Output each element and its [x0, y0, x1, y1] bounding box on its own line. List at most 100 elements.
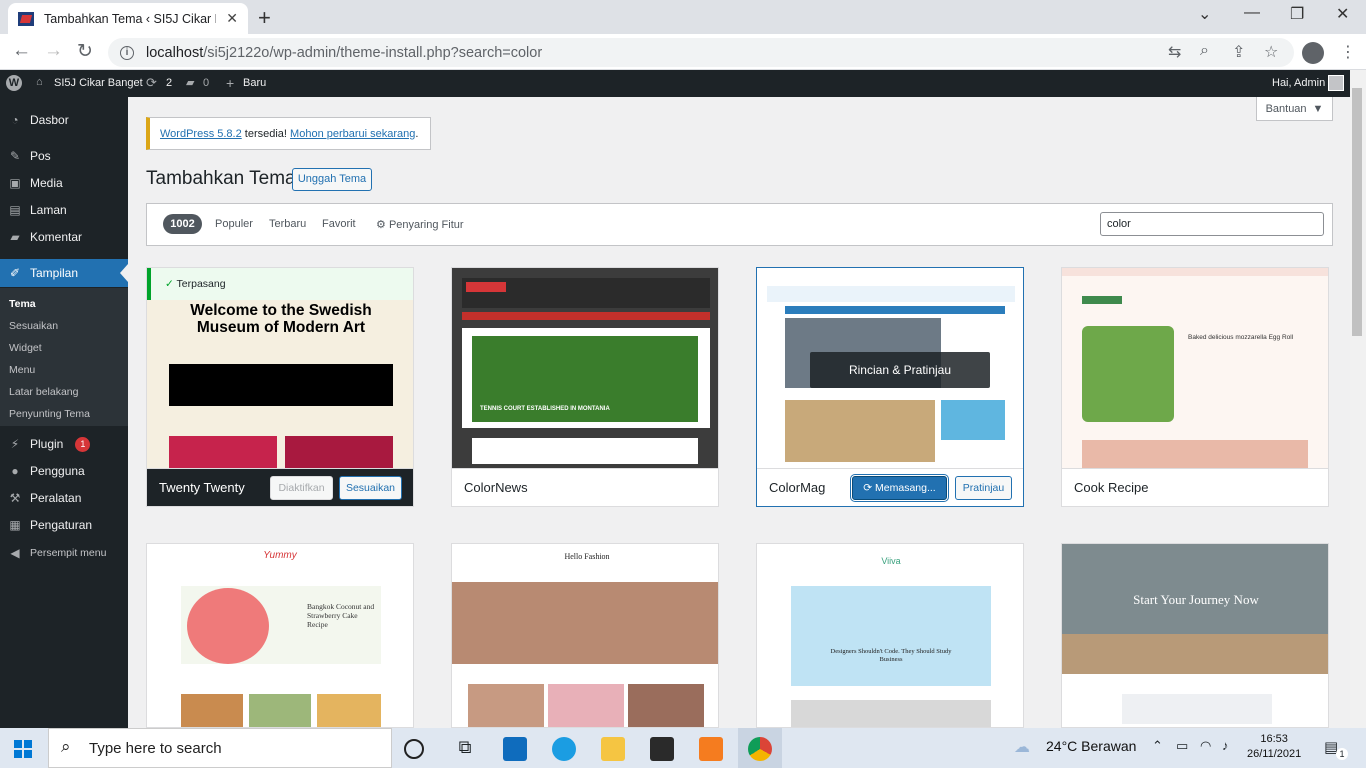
- volume-icon[interactable]: ♪: [1222, 738, 1229, 753]
- page-title: Tambahkan Tema: [146, 168, 296, 189]
- site-info-icon[interactable]: i: [120, 45, 134, 60]
- menu-tampilan[interactable]: ✐ Tampilan: [0, 259, 128, 287]
- customize-button[interactable]: Sesuaikan: [339, 476, 402, 500]
- screenshot-header: [767, 286, 1015, 302]
- theme-card-colornews[interactable]: TENNIS COURT ESTABLISHED IN MONTANIA Col…: [451, 267, 719, 507]
- show-hidden-icons-icon[interactable]: ⌃: [1152, 738, 1163, 754]
- browser-tab[interactable]: Tambahkan Tema ‹ SI5J Cikar Ban ✕: [8, 3, 248, 34]
- theme-screenshot[interactable]: Hello Fashion: [452, 544, 718, 727]
- theme-card-blossom-travel[interactable]: Start Your Journey Now: [1061, 543, 1329, 728]
- theme-card-viiva[interactable]: Viiva Designers Shouldn't Code. They Sho…: [756, 543, 1024, 728]
- site-name-link[interactable]: SI5J Cikar Banget: [54, 77, 143, 89]
- submenu-tema[interactable]: Tema: [9, 298, 36, 310]
- menu-pos[interactable]: ✎ Pos: [0, 143, 128, 169]
- new-content-link[interactable]: Baru: [243, 77, 266, 89]
- xampp-icon[interactable]: [699, 737, 723, 761]
- admin-greeting[interactable]: Hai, Admin: [1272, 77, 1325, 89]
- submenu-latar-belakang[interactable]: Latar belakang: [9, 386, 78, 398]
- theme-card-colormag[interactable]: Rincian & Pratinjau ColorMag ⟳ Memasang.…: [756, 267, 1024, 507]
- filter-terbaru[interactable]: Terbaru: [269, 218, 306, 230]
- taskbar-clock[interactable]: 16:53 26/11/2021: [1247, 732, 1301, 762]
- theme-card-yummy[interactable]: Yummy Bangkok Coconut and Strawberry Cak…: [146, 543, 414, 728]
- menu-collapse[interactable]: ◀ Persempit menu: [0, 540, 128, 566]
- windows-start-icon[interactable]: [14, 740, 32, 758]
- updates-icon[interactable]: ⟳: [146, 75, 157, 91]
- menu-dasbor[interactable]: ◔ Dasbor: [0, 107, 128, 133]
- reload-icon[interactable]: ↻: [77, 40, 93, 63]
- minimize-icon[interactable]: —: [1244, 4, 1260, 22]
- comments-count[interactable]: 0: [203, 77, 209, 89]
- address-bar[interactable]: i localhost/si5j2122o/wp-admin/theme-ins…: [108, 38, 1294, 67]
- menu-plugin[interactable]: ⚡ Plugin 1: [0, 431, 128, 457]
- menu-media[interactable]: ▣ Media: [0, 170, 128, 196]
- submenu-widget[interactable]: Widget: [9, 342, 42, 354]
- search-placeholder: Type here to search: [89, 739, 222, 757]
- plus-icon[interactable]: +: [226, 75, 234, 91]
- menu-label: Pengaturan: [30, 518, 93, 532]
- chrome-icon[interactable]: [748, 737, 772, 761]
- update-now-link[interactable]: Mohon perbarui sekarang: [290, 128, 415, 140]
- screenshot-caption: TENNIS COURT ESTABLISHED IN MONTANIA: [480, 406, 610, 412]
- mail-icon[interactable]: [503, 737, 527, 761]
- details-preview-overlay[interactable]: Rincian & Pratinjau: [810, 352, 990, 388]
- menu-pengguna[interactable]: ● Pengguna: [0, 458, 128, 484]
- updates-count[interactable]: 2: [166, 77, 172, 89]
- back-icon[interactable]: ←: [12, 40, 31, 62]
- weather-cloud-icon[interactable]: ☁: [1014, 737, 1030, 757]
- weather-text[interactable]: 24°C Berawan: [1046, 738, 1136, 754]
- submenu-penyunting-tema[interactable]: Penyunting Tema: [9, 408, 90, 420]
- theme-screenshot[interactable]: Baked delicious mozzarella Egg Roll: [1062, 268, 1328, 468]
- menu-peralatan[interactable]: ⚒ Peralatan: [0, 485, 128, 511]
- theme-search-input[interactable]: color: [1100, 212, 1324, 236]
- scrollbar-thumb[interactable]: [1352, 88, 1362, 336]
- zoom-icon[interactable]: ⌕: [1200, 42, 1209, 60]
- submenu-menu[interactable]: Menu: [9, 364, 35, 376]
- theme-screenshot[interactable]: Start Your Journey Now: [1062, 544, 1328, 727]
- filter-favorit[interactable]: Favorit: [322, 218, 356, 230]
- theme-card-hello-fashion[interactable]: Hello Fashion: [451, 543, 719, 728]
- file-explorer-icon[interactable]: [601, 737, 625, 761]
- upload-theme-button[interactable]: Unggah Tema: [292, 168, 372, 191]
- theme-screenshot[interactable]: Viiva Designers Shouldn't Code. They Sho…: [757, 544, 1023, 727]
- screenshot-thumb: [628, 684, 704, 727]
- task-view-icon[interactable]: ⧉: [453, 737, 477, 761]
- theme-card-cook-recipe[interactable]: Baked delicious mozzarella Egg Roll Cook…: [1061, 267, 1329, 507]
- feature-filter-button[interactable]: ⚙ Penyaring Fitur: [376, 218, 464, 231]
- profile-avatar-icon[interactable]: [1302, 42, 1324, 64]
- close-tab-icon[interactable]: ✕: [226, 10, 238, 27]
- preview-button[interactable]: Pratinjau: [955, 476, 1012, 500]
- wordpress-logo-icon[interactable]: W: [6, 75, 22, 91]
- theme-screenshot[interactable]: Yummy Bangkok Coconut and Strawberry Cak…: [147, 544, 413, 727]
- taskbar-search-box[interactable]: ⌕ Type here to search: [48, 728, 392, 768]
- pin-icon: ✎: [9, 149, 21, 163]
- screenshot-beach: [1062, 634, 1328, 674]
- restore-icon[interactable]: ❐: [1290, 4, 1304, 24]
- forward-icon[interactable]: →: [44, 40, 63, 62]
- cortana-icon[interactable]: [404, 739, 424, 759]
- version-link[interactable]: WordPress 5.8.2: [160, 128, 242, 140]
- menu-komentar[interactable]: ▰ Komentar: [0, 224, 128, 250]
- new-tab-icon[interactable]: +: [258, 5, 271, 31]
- bookmark-star-icon[interactable]: ☆: [1264, 42, 1278, 62]
- edge-icon[interactable]: [552, 737, 576, 761]
- menu-laman[interactable]: ▤ Laman: [0, 197, 128, 223]
- screenshot-image: [785, 400, 935, 462]
- submenu-sesuaikan[interactable]: Sesuaikan: [9, 320, 58, 332]
- battery-icon[interactable]: ▭: [1176, 738, 1188, 754]
- installing-button[interactable]: ⟳ Memasang...: [852, 476, 947, 500]
- comments-icon[interactable]: ▰: [186, 76, 194, 89]
- menu-icon[interactable]: ⋮: [1340, 42, 1356, 62]
- menu-pengaturan[interactable]: ▦ Pengaturan: [0, 512, 128, 538]
- store-icon[interactable]: [650, 737, 674, 761]
- admin-avatar[interactable]: [1328, 75, 1344, 91]
- theme-screenshot[interactable]: TENNIS COURT ESTABLISHED IN MONTANIA: [452, 268, 718, 468]
- share-icon[interactable]: ⇪: [1232, 42, 1245, 62]
- help-button[interactable]: Bantuan ▼: [1256, 97, 1333, 121]
- screenshot-thumb: [548, 684, 624, 727]
- filter-populer[interactable]: Populer: [215, 218, 253, 230]
- theme-card-twenty-twenty[interactable]: Welcome to the Swedish Museum of Modern …: [146, 267, 414, 507]
- wifi-icon[interactable]: ◠: [1200, 738, 1211, 754]
- tab-search-icon[interactable]: ⌄: [1198, 4, 1211, 24]
- translate-icon[interactable]: ⇆: [1168, 42, 1181, 62]
- close-window-icon[interactable]: ✕: [1336, 4, 1349, 24]
